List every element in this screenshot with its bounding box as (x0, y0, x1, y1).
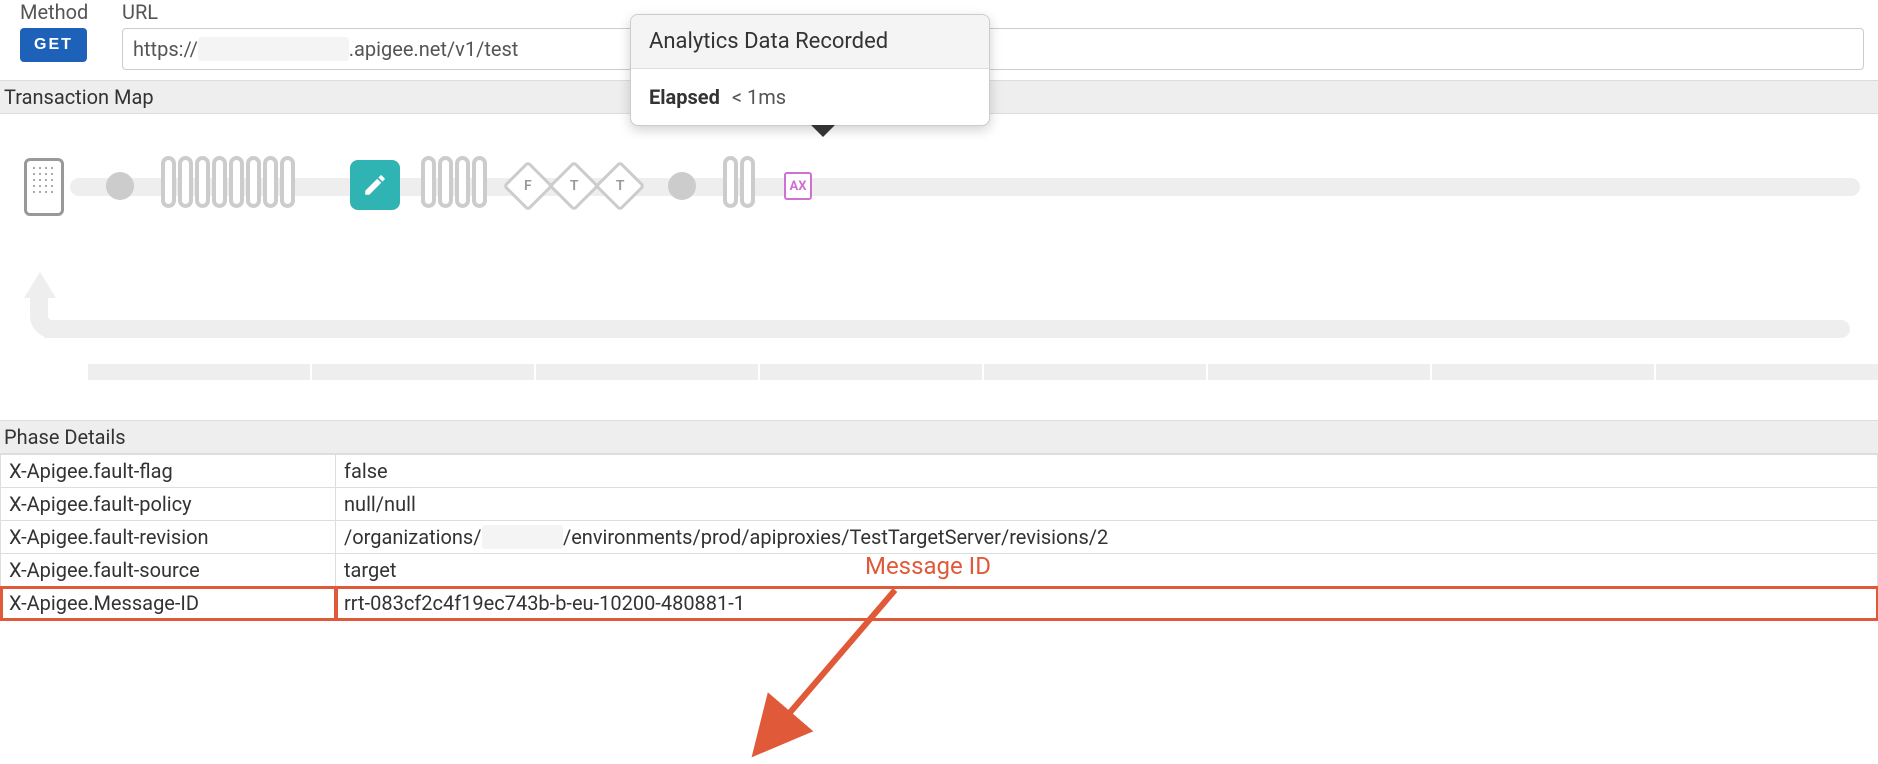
url-input[interactable]: https://xxxxxxxxxxxxxx.apigee.net/v1/tes… (122, 28, 1864, 70)
method-label: Method (20, 0, 110, 24)
analytics-node[interactable]: AX (784, 172, 812, 200)
org-redacted: xxxxxxx (482, 525, 563, 549)
condition-diamond-t1[interactable]: T (549, 161, 600, 212)
condition-diamond-f[interactable]: F (503, 161, 554, 212)
phase-key: X-Apigee.Message-ID (1, 587, 336, 620)
table-row: X-Apigee.fault-policy null/null (1, 488, 1878, 521)
phase-key: X-Apigee.fault-flag (1, 455, 336, 488)
flow-dot-2[interactable] (668, 172, 696, 200)
table-row: X-Apigee.fault-revision /organizations/x… (1, 521, 1878, 554)
url-value-pre: https:// (133, 37, 198, 61)
phase-key: X-Apigee.fault-source (1, 554, 336, 587)
return-flow-arrow (30, 218, 1850, 338)
flow-pill-group-3[interactable] (722, 156, 756, 208)
phase-key: X-Apigee.fault-policy (1, 488, 336, 521)
table-row: X-Apigee.fault-source target (1, 554, 1878, 587)
flow-dot[interactable] (106, 172, 134, 200)
phase-details-header: Phase Details (0, 420, 1878, 454)
phase-details-table: X-Apigee.fault-flag false X-Apigee.fault… (0, 454, 1878, 620)
table-row-message-id: X-Apigee.Message-ID rrt-083cf2c4f19ec743… (1, 587, 1878, 620)
phase-value: /organizations/xxxxxxx/environments/prod… (336, 521, 1878, 554)
pencil-icon (362, 172, 388, 198)
analytics-popover: Analytics Data Recorded Elapsed < 1ms (630, 14, 990, 126)
flow-pill-group[interactable] (160, 156, 296, 208)
method-button[interactable]: GET (20, 28, 87, 62)
phase-value: null/null (336, 488, 1878, 521)
phase-value: target (336, 554, 1878, 587)
policy-edit-icon[interactable] (350, 160, 400, 210)
popover-elapsed-value: < 1ms (732, 85, 786, 109)
transaction-map: F T T AX (0, 114, 1878, 334)
client-device-icon[interactable] (24, 158, 64, 216)
popover-title: Analytics Data Recorded (631, 15, 989, 69)
table-row: X-Apigee.fault-flag false (1, 455, 1878, 488)
url-value-post: .apigee.net/v1/test (349, 37, 519, 61)
flow-pill-group-2[interactable] (420, 156, 488, 208)
phase-key: X-Apigee.fault-revision (1, 521, 336, 554)
popover-elapsed-label: Elapsed (649, 85, 720, 109)
phase-value: rrt-083cf2c4f19ec743b-b-eu-10200-480881-… (336, 587, 1878, 620)
phase-value: false (336, 455, 1878, 488)
url-redacted: xxxxxxxxxxxxxx (198, 37, 349, 61)
column-spacer (0, 364, 1878, 380)
transaction-track (70, 178, 1860, 196)
url-label: URL (122, 0, 1864, 24)
condition-diamond-t2[interactable]: T (595, 161, 646, 212)
